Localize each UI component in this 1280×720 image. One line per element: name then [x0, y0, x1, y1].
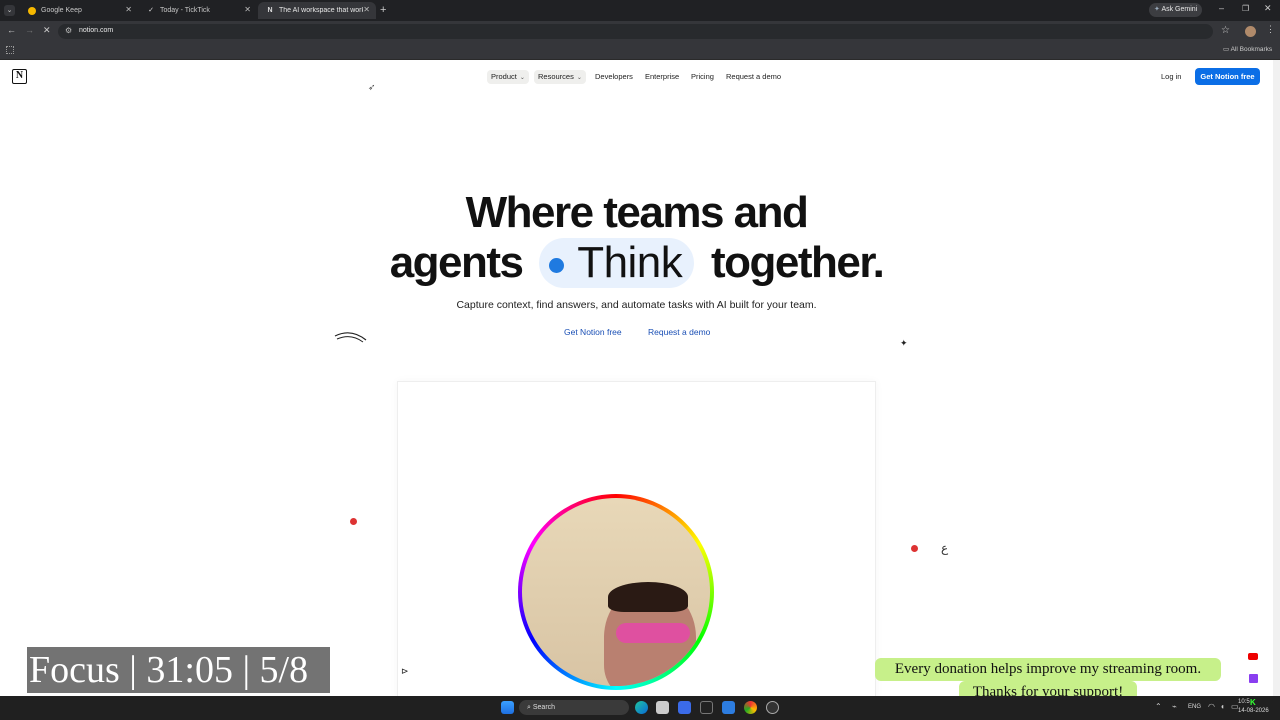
hero-subtitle: Capture context, find answers, and autom… — [456, 299, 817, 311]
clock-time[interactable]: 10:5 — [1238, 699, 1250, 705]
red-dot-left-icon — [350, 518, 357, 525]
new-tab-icon[interactable]: + — [380, 4, 386, 16]
chrome-icon[interactable] — [744, 701, 757, 714]
search-icon: ⌕ — [527, 704, 531, 711]
red-dot-right-icon — [911, 545, 918, 552]
minimize-window-icon[interactable]: – — [1219, 3, 1224, 13]
ask-gemini-button[interactable]: ✦ Ask Gemini — [1149, 3, 1202, 17]
doodle-arc-icon — [334, 332, 367, 343]
twitch-icon — [1249, 674, 1258, 683]
login-link[interactable]: Log in — [1157, 70, 1185, 84]
close-tab-icon[interactable]: ✕ — [363, 5, 370, 14]
donation-line1: Every donation helps improve my streamin… — [875, 658, 1221, 681]
forward-icon[interactable]: → — [25, 25, 34, 35]
hero-word-agents: agents — [389, 238, 524, 287]
nav-product[interactable]: Product ⌄ — [487, 70, 529, 84]
address-bar[interactable]: ⚙ notion.com ☆ — [58, 24, 1230, 39]
tab-ticktick[interactable]: ✓ Today - TickTick ✕ — [139, 2, 257, 19]
tab-title: Google Keep — [41, 7, 82, 14]
url-text: notion.com — [79, 27, 114, 34]
doodle-squiggle-icon: ع — [941, 541, 949, 555]
restore-window-icon[interactable]: ❐ — [1242, 4, 1249, 13]
notion-logo[interactable]: N — [12, 69, 27, 84]
notion-favicon-icon: N — [267, 6, 273, 14]
hero-request-demo-link[interactable]: Request a demo — [648, 327, 710, 337]
chevron-down-icon: ⌄ — [576, 75, 582, 81]
site-info-icon[interactable]: ⚙ — [65, 26, 72, 35]
edge-icon[interactable] — [635, 701, 648, 714]
tray-network-icon[interactable]: ⌁ — [1172, 702, 1177, 711]
app-shield-icon[interactable] — [656, 701, 669, 714]
streamer-hair — [608, 582, 688, 612]
nav-resources-label: Resources — [538, 72, 574, 81]
tray-k-icon: K — [1250, 698, 1256, 707]
play-icon[interactable]: ⊳ — [401, 666, 409, 677]
hero-title-line2: agents Think together. — [0, 238, 1273, 288]
tab-title: The AI workspace that works fo... — [279, 7, 363, 14]
hero-think-pill: Think — [539, 238, 695, 288]
blue-dot-icon — [549, 257, 565, 273]
gemini-icon: ✦ — [1154, 6, 1160, 13]
tab-search-icon[interactable]: ⌄ — [4, 5, 15, 16]
nav-developers[interactable]: Developers — [591, 70, 637, 84]
notion-homepage: N Product ⌄ Resources ⌄ Developers Enterpr… — [0, 60, 1273, 696]
get-notion-free-button[interactable]: Get Notion free — [1195, 68, 1260, 85]
page-scrollbar[interactable] — [1273, 60, 1280, 696]
ticktick-icon: ✓ — [148, 6, 154, 14]
nav-product-label: Product — [491, 72, 517, 81]
hero-title-line1: Where teams and — [465, 188, 809, 237]
close-tab-icon[interactable]: ✕ — [244, 5, 251, 14]
language-indicator[interactable]: ENG — [1188, 704, 1201, 710]
pink-glasses — [616, 623, 690, 643]
menu-kebab-icon[interactable]: ⋮ — [1266, 24, 1275, 35]
close-tab-icon[interactable]: ✕ — [125, 5, 132, 14]
volume-icon[interactable]: ◖ — [1220, 702, 1225, 711]
all-bookmarks-button[interactable]: ▭ All Bookmarks — [1223, 45, 1272, 53]
user-avatar-icon[interactable] — [1245, 26, 1256, 37]
mouse-cursor-icon: ➶ — [368, 82, 376, 92]
google-keep-icon — [28, 6, 36, 15]
bookmarks-bar: ▭ All Bookmarks — [0, 42, 1280, 60]
hero-word-together: together. — [711, 238, 885, 287]
back-icon[interactable]: ← — [7, 25, 16, 35]
nav-resources[interactable]: Resources ⌄ — [534, 70, 586, 84]
windows-start-icon[interactable] — [501, 701, 514, 714]
browser-tab-strip: ⌄ Google Keep ✕ ✓ Today - TickTick ✕ N T… — [0, 0, 1280, 21]
hero-pill-text: Think — [577, 238, 683, 287]
tab-title: Today - TickTick — [160, 7, 210, 14]
sparkle-icon: ✦ — [900, 338, 908, 348]
all-bookmarks-label: All Bookmarks — [1230, 46, 1273, 53]
obs-icon[interactable] — [766, 701, 779, 714]
focus-timer-overlay: Focus | 31:05 | 5/8 — [27, 647, 330, 693]
apps-grid-icon[interactable] — [6, 46, 14, 54]
bookmark-star-icon[interactable]: ☆ — [1221, 25, 1230, 36]
close-window-icon[interactable]: ✕ — [1264, 3, 1272, 14]
app-k-icon[interactable] — [700, 701, 713, 714]
wifi-icon[interactable]: ◠ — [1208, 702, 1215, 711]
webcam-feed — [522, 498, 710, 686]
windows-taskbar: ⌕ Search ⌃ ⌁ ENG ◠ ◖ ▭ 10:5 14-08-2026 K — [0, 696, 1280, 720]
clock-date[interactable]: 14-08-2026 — [1238, 708, 1269, 714]
folder-icon: ▭ — [1223, 46, 1230, 53]
nav-enterprise[interactable]: Enterprise — [641, 70, 683, 84]
app-window-icon[interactable] — [722, 701, 735, 714]
nav-pricing[interactable]: Pricing — [687, 70, 718, 84]
taskbar-search-label: Search — [532, 704, 556, 711]
ask-gemini-label: Ask Gemini — [1161, 6, 1198, 13]
nav-request-demo[interactable]: Request a demo — [722, 70, 785, 84]
chevron-down-icon: ⌄ — [519, 75, 525, 81]
tab-notion[interactable]: N The AI workspace that works fo... ✕ — [258, 2, 376, 19]
tab-google-keep[interactable]: Google Keep ✕ — [20, 2, 138, 19]
webcam-overlay — [518, 494, 714, 690]
youtube-icon — [1248, 653, 1258, 660]
ticktick-taskbar-icon[interactable] — [678, 701, 691, 714]
hero-get-notion-free-link[interactable]: Get Notion free — [564, 327, 622, 337]
taskbar-search-box[interactable]: ⌕ Search — [519, 700, 629, 715]
tray-chevron-icon[interactable]: ⌃ — [1155, 702, 1162, 711]
stop-loading-icon[interactable]: ✕ — [43, 25, 51, 36]
